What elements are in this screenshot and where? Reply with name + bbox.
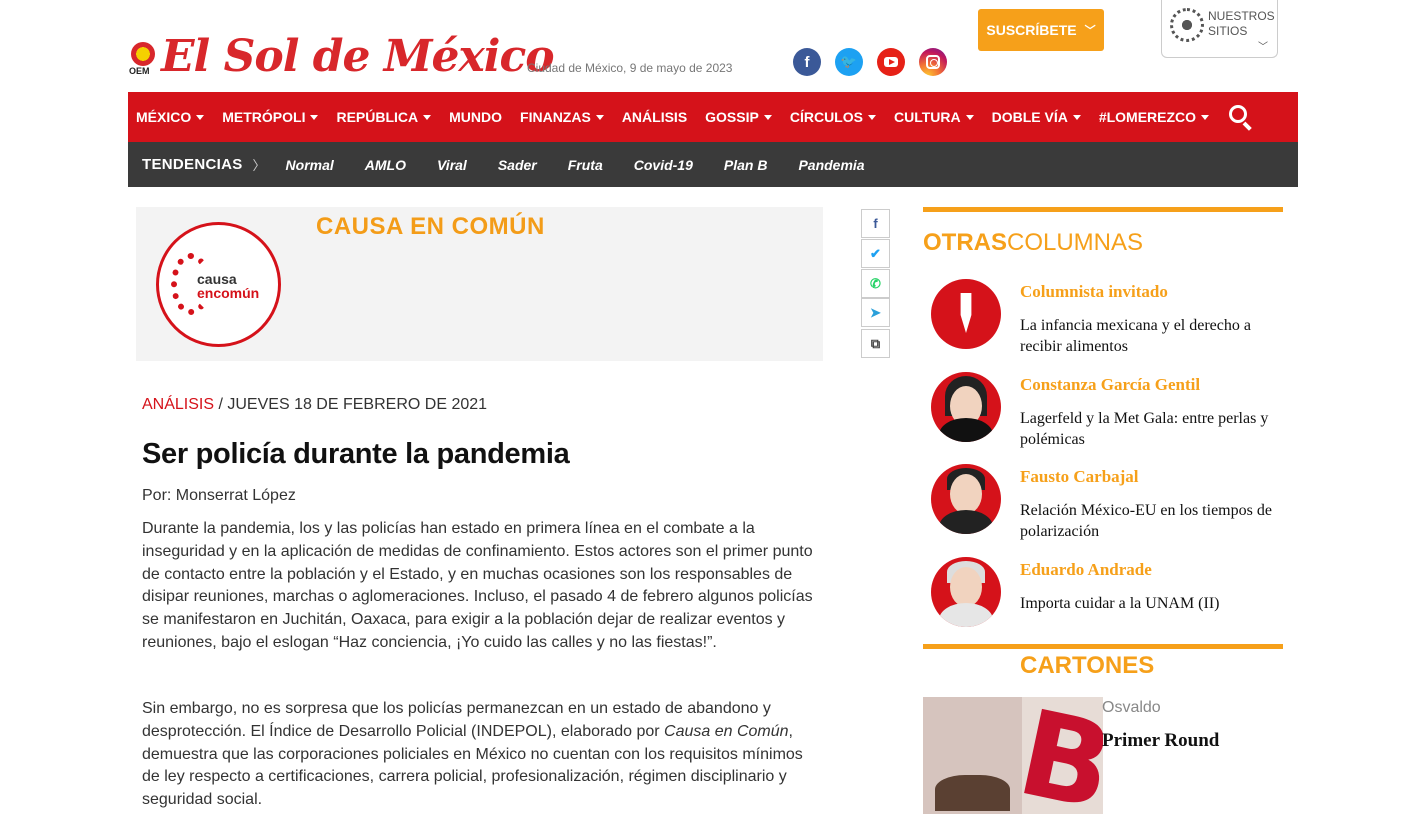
nav-item-mundo[interactable]: MUNDO <box>449 109 502 125</box>
caret-down-icon <box>763 114 772 120</box>
nav-item-gossip[interactable]: GOSSIP <box>705 109 772 125</box>
article-category[interactable]: ANÁLISIS <box>142 396 214 413</box>
nav-item-mexico[interactable]: MÉXICO <box>136 109 205 125</box>
column-author[interactable]: Constanza García Gentil <box>1020 375 1200 395</box>
column-title[interactable]: CAUSA EN COMÚN <box>316 213 545 241</box>
nav-item-doble-via[interactable]: DOBLE VÍA <box>992 109 1081 125</box>
trends-bar: TENDENCIAS 〉 Normal AMLO Viral Sader Fru… <box>128 142 1298 187</box>
facebook-icon[interactable]: f <box>793 48 821 76</box>
trend-link[interactable]: AMLO <box>365 157 406 173</box>
nav-item-cultura[interactable]: CULTURA <box>894 109 974 125</box>
chevron-down-icon: ﹀ <box>1084 25 1096 37</box>
pen-nib-icon <box>931 279 1001 349</box>
share-twitter-icon[interactable]: ✔ <box>861 239 890 268</box>
sites-label-1: NUESTROS <box>1208 9 1275 23</box>
sites-label-2: SITIOS <box>1208 24 1248 38</box>
article-paragraph: Sin embargo, no es sorpresa que los poli… <box>142 700 803 809</box>
site-header: OEM El Sol de México Ciudad de México, 9… <box>0 0 1419 92</box>
caret-down-icon <box>1072 114 1081 120</box>
column-banner: causa encomún CAUSA EN COMÚN <box>136 207 823 361</box>
caret-down-icon <box>595 114 604 120</box>
causa-en-comun-logo: causa encomún <box>156 222 281 347</box>
trend-link[interactable]: Plan B <box>724 157 768 173</box>
nav-item-metropoli[interactable]: METRÓPOLI <box>222 109 319 125</box>
main-nav: MÉXICO METRÓPOLI REPÚBLICA MUNDO FINANZA… <box>128 92 1298 142</box>
chevron-right-icon: 〉 <box>252 158 266 173</box>
our-sites-dropdown[interactable]: NUESTROS SITIOS ﹀ <box>1161 0 1278 58</box>
trend-link[interactable]: Pandemia <box>798 157 864 173</box>
logo-line-2: encomún <box>197 285 260 301</box>
article-paragraph: Durante la pandemia, los y las policías … <box>142 520 813 651</box>
subscribe-label: SUSCRÍBETE <box>986 22 1077 38</box>
site-logo[interactable]: OEM El Sol de México <box>129 31 555 82</box>
twitter-icon[interactable]: 🐦 <box>835 48 863 76</box>
nav-item-analisis[interactable]: ANÁLISIS <box>622 109 687 125</box>
trend-link[interactable]: Fruta <box>568 157 603 173</box>
chevron-down-icon: ﹀ <box>1258 42 1268 53</box>
column-author[interactable]: Columnista invitado <box>1020 282 1168 302</box>
caret-down-icon <box>1201 114 1210 120</box>
cartoons-heading: CARTONES <box>1020 652 1155 679</box>
globe-icon <box>1170 8 1204 42</box>
column-author[interactable]: Eduardo Andrade <box>1020 560 1152 580</box>
search-icon[interactable] <box>1229 105 1253 131</box>
copy-link-icon[interactable]: ⧉ <box>861 329 890 358</box>
trend-link[interactable]: Covid-19 <box>634 157 693 173</box>
article-headline: Ser policía durante la pandemia <box>142 438 570 470</box>
trend-link[interactable]: Viral <box>437 157 467 173</box>
column-title-link[interactable]: Relación México-EU en los tiempos de pol… <box>1020 501 1295 542</box>
youtube-icon[interactable] <box>877 48 905 76</box>
avatar <box>931 464 1001 534</box>
column-author[interactable]: Fausto Carbajal <box>1020 467 1139 487</box>
share-facebook-icon[interactable]: f <box>861 209 890 238</box>
oem-badge: OEM <box>129 66 150 76</box>
nav-item-lomerezco[interactable]: #LOMEREZCO <box>1099 109 1210 125</box>
caret-down-icon <box>423 114 432 120</box>
other-columns-heading: OTRASCOLUMNAS <box>923 229 1144 256</box>
caret-down-icon <box>965 114 974 120</box>
sidebar-divider <box>923 207 1283 212</box>
cartoon-thumbnail[interactable]: B <box>923 697 1103 814</box>
column-title-link[interactable]: Lagerfeld y la Met Gala: entre perlas y … <box>1020 409 1295 450</box>
instagram-icon[interactable] <box>919 48 947 76</box>
column-title-link[interactable]: Importa cuidar a la UNAM (II) <box>1020 594 1295 615</box>
article-meta: ANÁLISIS / JUEVES 18 DE FEBRERO DE 2021 <box>142 396 487 414</box>
avatar <box>931 372 1001 442</box>
share-whatsapp-icon[interactable]: ✆ <box>861 269 890 298</box>
caret-down-icon <box>196 114 205 120</box>
trends-label: TENDENCIAS <box>142 156 243 173</box>
caret-down-icon <box>867 114 876 120</box>
org-name: Causa en Común <box>664 722 789 740</box>
avatar <box>931 557 1001 627</box>
cartoon-title[interactable]: Primer Round <box>1102 730 1219 752</box>
subscribe-button[interactable]: SUSCRÍBETE ﹀ <box>978 9 1104 51</box>
nav-item-republica[interactable]: REPÚBLICA <box>336 109 432 125</box>
column-title-link[interactable]: La infancia mexicana y el derecho a reci… <box>1020 316 1295 357</box>
cartoon-author[interactable]: Osvaldo <box>1102 699 1161 717</box>
sun-logo-icon: OEM <box>129 36 157 78</box>
logo-wordmark: El Sol de México <box>161 31 555 82</box>
article-byline: Por: Monserrat López <box>142 487 296 504</box>
current-date: Ciudad de México, 9 de mayo de 2023 <box>527 61 733 75</box>
nav-item-circulos[interactable]: CÍRCULOS <box>790 109 876 125</box>
caret-down-icon <box>310 114 319 120</box>
article-date: / JUEVES 18 DE FEBRERO DE 2021 <box>218 396 488 413</box>
trend-link[interactable]: Normal <box>286 157 334 173</box>
share-telegram-icon[interactable]: ➤ <box>861 298 890 327</box>
trend-link[interactable]: Sader <box>498 157 537 173</box>
sidebar-divider <box>923 644 1283 649</box>
nav-item-finanzas[interactable]: FINANZAS <box>520 109 604 125</box>
